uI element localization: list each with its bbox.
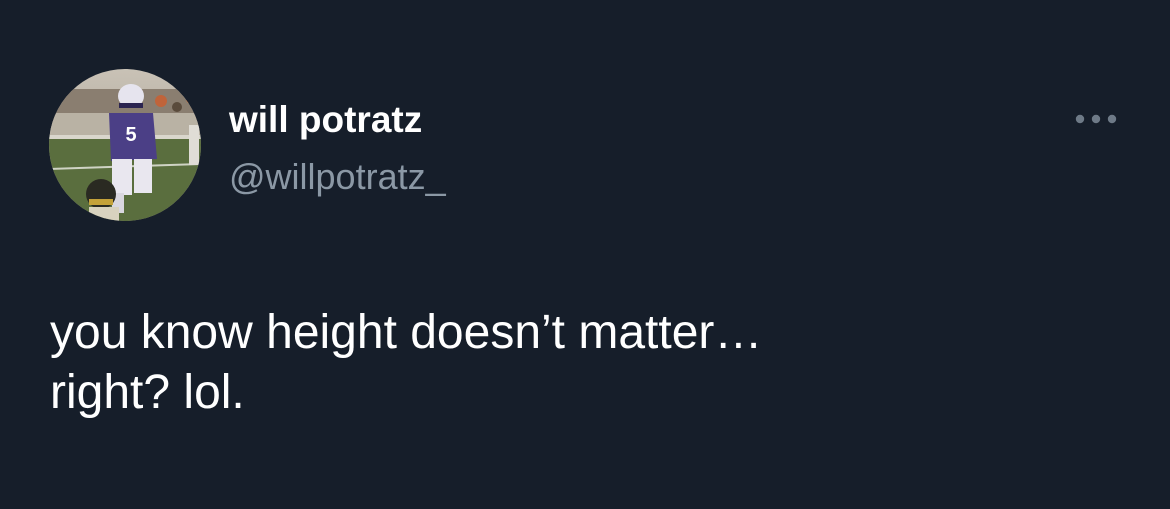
tweet-card: 5 will potratz @willpotratz_ you know he… — [0, 0, 1170, 509]
tweet-text-line: right? lol. — [50, 366, 245, 419]
more-options-button[interactable] — [1066, 104, 1126, 134]
profile-photo-icon: 5 — [49, 69, 201, 221]
tweet-text-line: you know height doesn’t matter… — [50, 306, 763, 359]
more-options-icon — [1075, 114, 1117, 124]
svg-text:5: 5 — [125, 124, 136, 146]
avatar[interactable]: 5 — [49, 69, 201, 221]
author-display-name[interactable]: will potratz — [229, 98, 422, 142]
author-handle[interactable]: @willpotratz_ — [229, 155, 446, 199]
tweet-text: you know height doesn’t matter… right? l… — [50, 303, 1110, 423]
